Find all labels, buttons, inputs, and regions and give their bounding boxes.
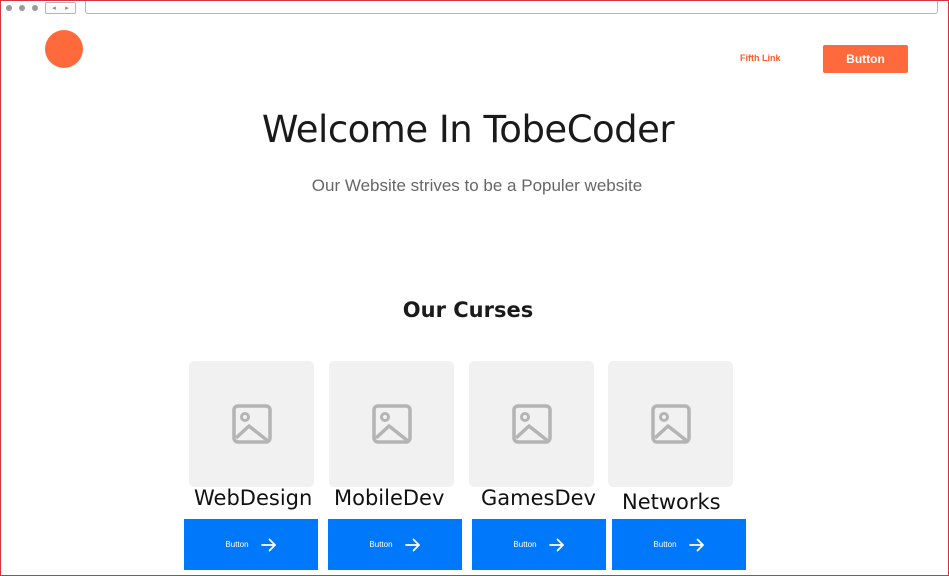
image-placeholder-icon [372,404,412,444]
arrow-right-icon [688,538,704,551]
course-button-mobiledev[interactable]: Button [328,519,462,570]
hero-subtitle: Our Website strives to be a Populer webs… [311,176,643,195]
back-arrow-icon[interactable]: ◂ [48,3,61,13]
course-image-networks [608,361,733,487]
forward-arrow-icon[interactable]: ▸ [61,3,74,13]
header-button[interactable]: Button [823,45,908,73]
window-dot-icon [6,5,12,11]
image-placeholder-icon [232,404,272,444]
course-image-webdesign [189,361,314,487]
course-button-gamesdev[interactable]: Button [472,519,606,570]
browser-toolbar: ◂ ▸ [1,1,948,16]
arrow-right-icon [548,538,564,551]
courses-title: Our Curses [402,298,534,322]
address-bar[interactable] [85,1,938,14]
course-button-label: Button [653,540,677,549]
arrow-right-icon [260,538,276,551]
course-image-gamesdev [469,361,594,487]
course-button-webdesign[interactable]: Button [184,519,318,570]
hero-title: Welcome In TobeCoder [261,108,675,151]
course-image-mobiledev [329,361,454,487]
course-title-gamesdev: GamesDev [481,486,596,510]
course-button-label: Button [369,540,393,549]
course-button-networks[interactable]: Button [612,519,746,570]
course-title-mobiledev: MobileDev [334,486,445,510]
browser-nav-arrows: ◂ ▸ [45,2,76,14]
image-placeholder-icon [512,404,552,444]
logo[interactable] [45,30,83,68]
window-dot-icon [32,5,38,11]
course-button-label: Button [225,540,249,549]
window-dot-icon [19,5,25,11]
image-placeholder-icon [651,404,691,444]
course-title-webdesign: WebDesign [194,486,313,510]
course-button-label: Button [513,540,537,549]
course-title-networks: Networks [622,490,721,514]
arrow-right-icon [404,538,420,551]
nav-link-fifth[interactable]: Fifth Link [740,53,781,63]
